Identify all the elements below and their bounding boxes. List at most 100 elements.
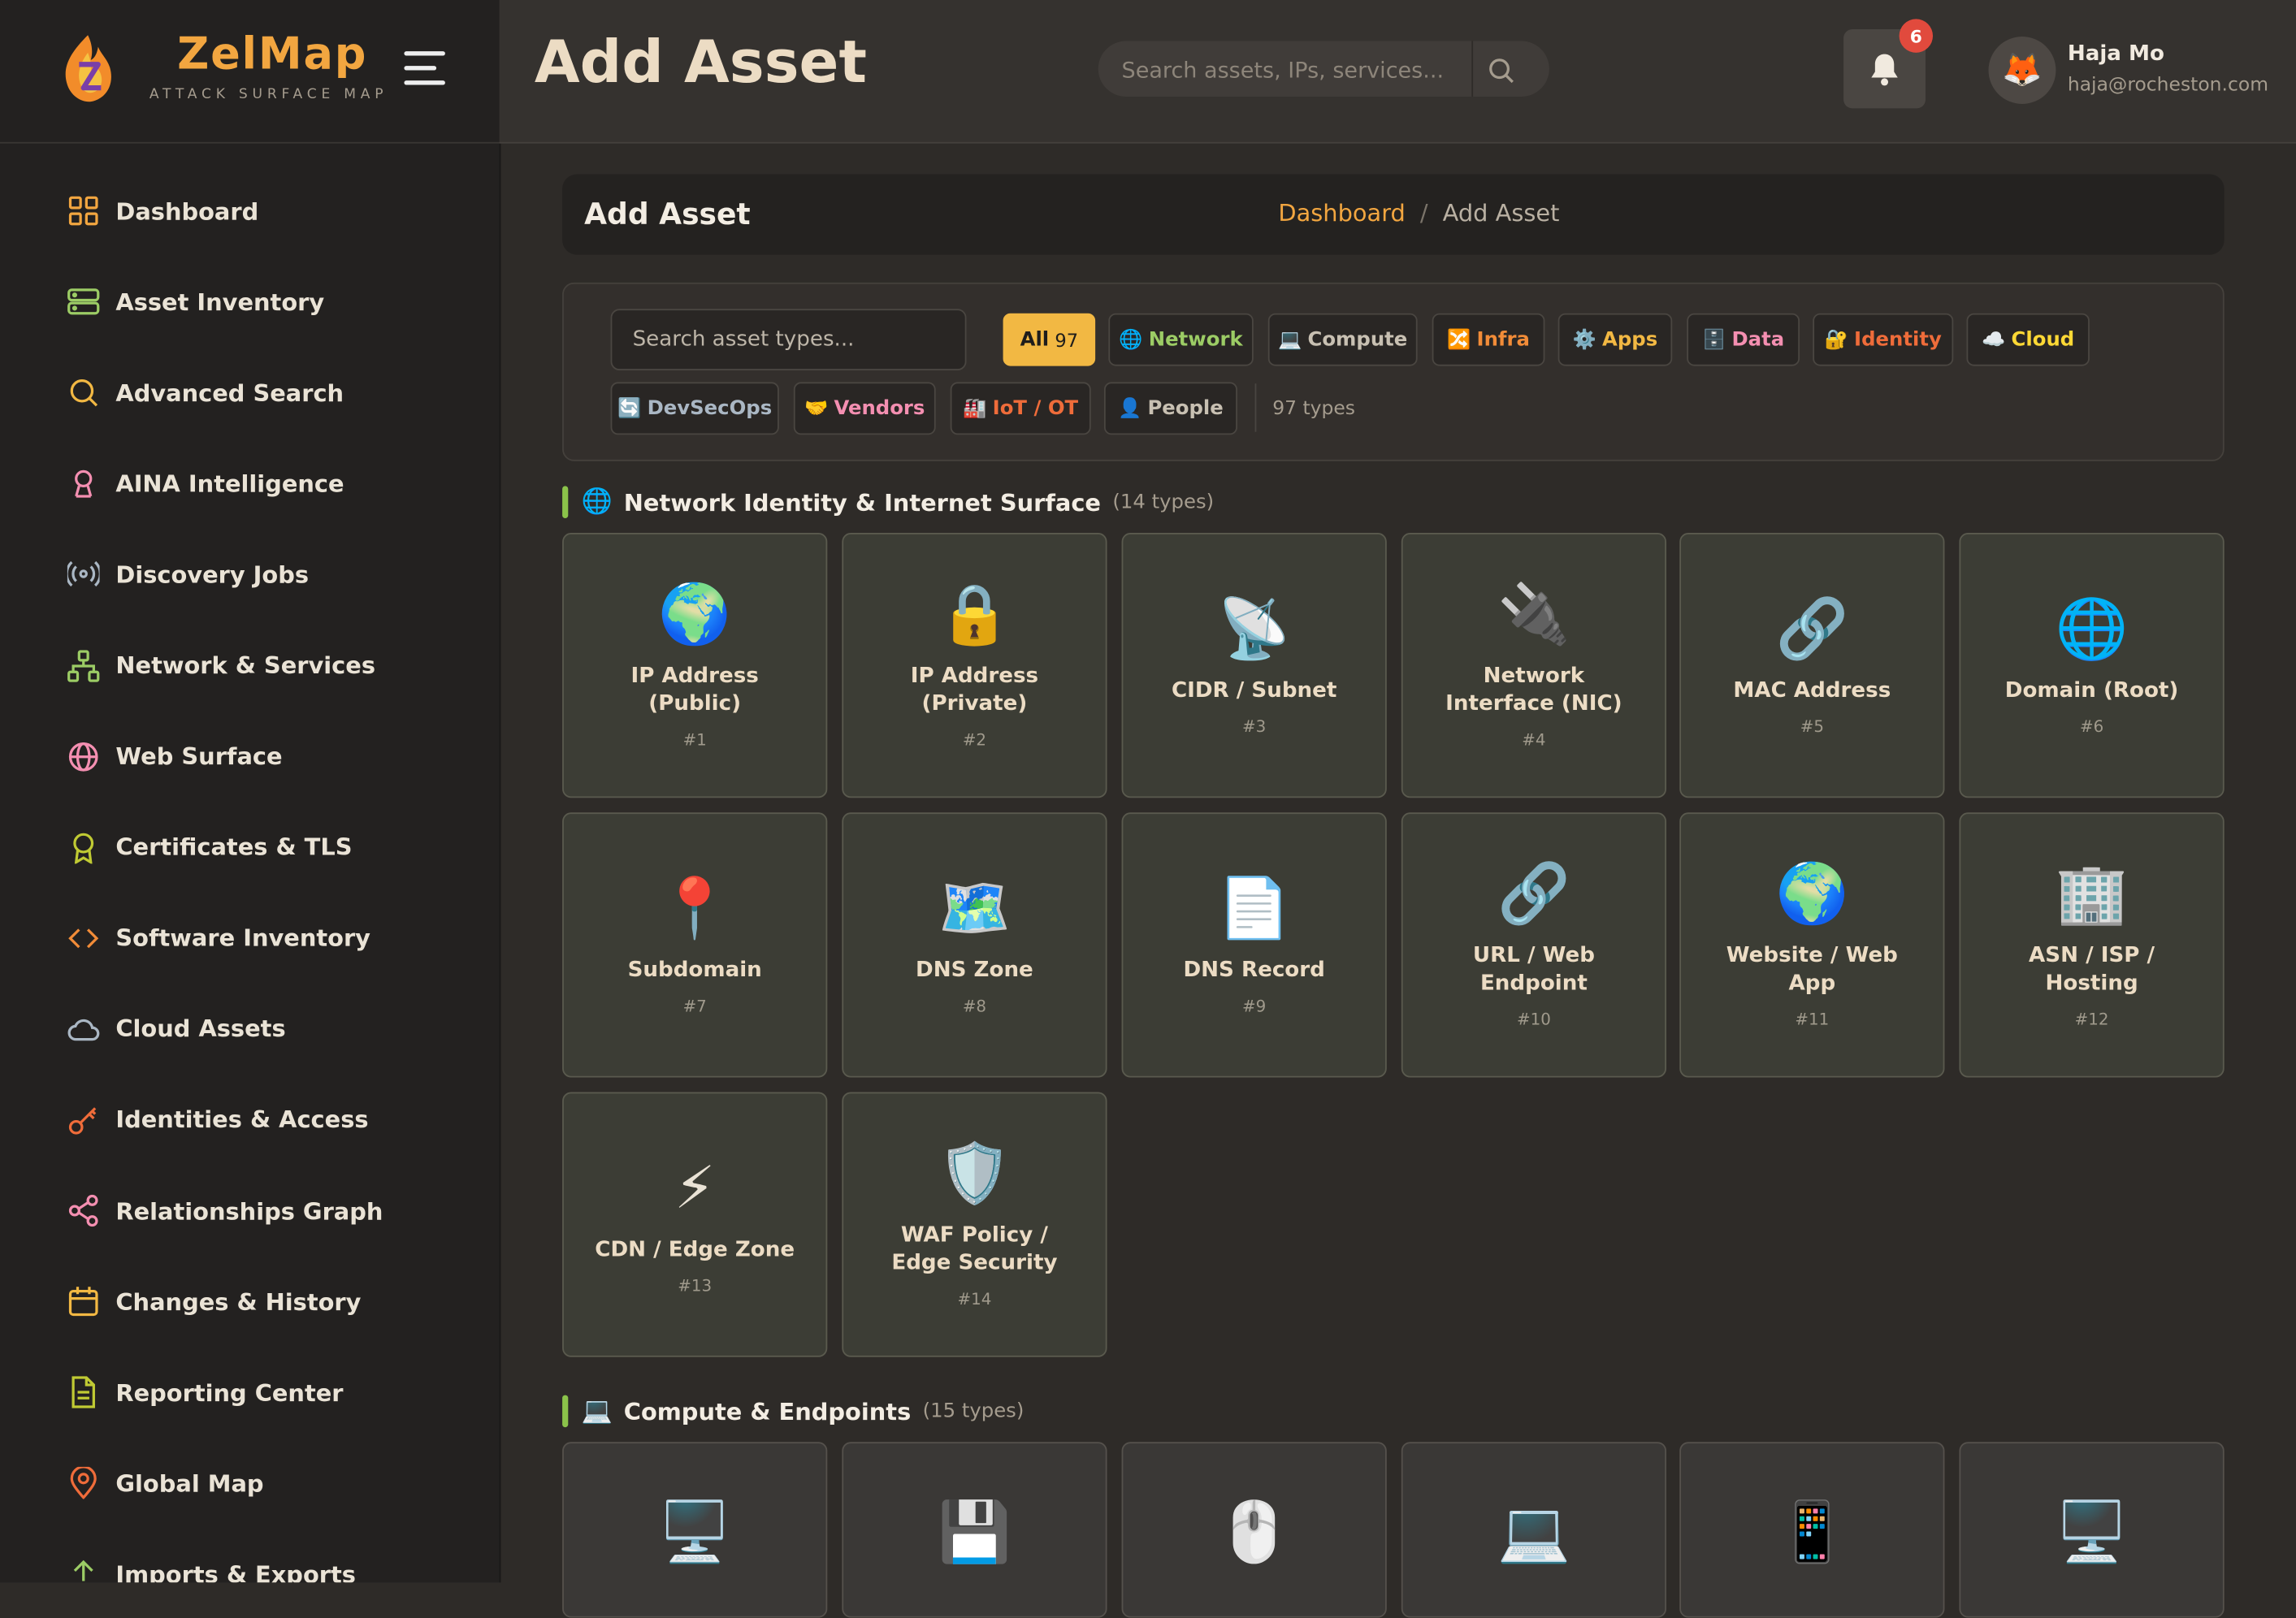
asset-type-name: MAC Address xyxy=(1733,678,1891,703)
page-title: Add Asset xyxy=(534,29,867,97)
server-icon xyxy=(67,286,100,318)
filter-chip-people[interactable]: 👤 People xyxy=(1103,382,1237,435)
menu-toggle-icon[interactable] xyxy=(404,51,445,86)
filter-chip-compute[interactable]: 💻 Compute xyxy=(1267,313,1418,366)
desktop-computer-icon: 🖥️ xyxy=(658,1499,732,1567)
section-count: (14 types) xyxy=(1112,490,1215,514)
asset-type-card[interactable]: 🌍 IP Address (Public) #1 xyxy=(562,533,828,798)
top-header: Add Asset 6 🦊 Haja Mo haja@rocheston.com xyxy=(499,0,2296,144)
sidebar-item-discovery-jobs[interactable]: Discovery Jobs xyxy=(0,529,500,620)
avatar[interactable]: 🦊 xyxy=(1988,37,2056,104)
global-search-input[interactable] xyxy=(1118,41,1447,100)
filter-chip-data[interactable]: 🗄️ Data xyxy=(1687,313,1800,366)
satellite-dish-icon: 📡 xyxy=(1217,595,1291,663)
sidebar-item-identities-access[interactable]: Identities & Access xyxy=(0,1075,500,1166)
sidebar-item-global-map[interactable]: Global Map xyxy=(0,1438,500,1529)
filter-chip-infra[interactable]: 🔀 Infra xyxy=(1432,313,1545,366)
asset-type-card[interactable]: 💾 xyxy=(842,1442,1107,1618)
asset-type-card[interactable]: 🌍 Website / Web App #11 xyxy=(1679,812,1945,1078)
sidebar-item-advanced-search[interactable]: Advanced Search xyxy=(0,347,500,438)
asset-type-card[interactable]: 🖥️ xyxy=(562,1442,828,1618)
globe-icon: 🌐 xyxy=(2055,595,2129,663)
asset-type-card[interactable]: 📍 Subdomain #7 xyxy=(562,812,828,1078)
sidebar-item-changes-history[interactable]: Changes & History xyxy=(0,1257,500,1348)
asset-type-card[interactable]: 🖥️ xyxy=(1959,1442,2225,1618)
zelmap-logo-icon xyxy=(65,35,111,102)
lock-key-icon: 🔐 xyxy=(1824,328,1848,351)
sidebar-item-dashboard[interactable]: Dashboard xyxy=(0,166,500,257)
filter-chip-network[interactable]: 🌐 Network xyxy=(1108,313,1254,366)
asset-type-name: IP Address (Private) xyxy=(910,664,1039,716)
sidebar-item-network-services[interactable]: Network & Services xyxy=(0,620,500,711)
brand-subtitle: ATTACK SURFACE MAP xyxy=(149,86,388,103)
sidebar: ZelMap ATTACK SURFACE MAP Dashboard Asse… xyxy=(0,0,501,1583)
chip-label: Infra xyxy=(1476,327,1530,352)
asset-type-card[interactable]: 🔌 Network Interface (NIC) #4 xyxy=(1401,533,1667,798)
sidebar-item-asset-inventory[interactable]: Asset Inventory xyxy=(0,257,500,348)
sidebar-item-label: Relationships Graph xyxy=(115,1196,383,1225)
file-cabinet-icon: 🗄️ xyxy=(1702,328,1726,351)
asset-type-name: IP Address (Public) xyxy=(630,664,759,716)
brand: ZelMap ATTACK SURFACE MAP xyxy=(0,0,500,144)
asset-type-card[interactable]: 🏢 ASN / ISP / Hosting #12 xyxy=(1959,812,2225,1078)
radar-icon xyxy=(67,558,100,591)
filter-chip-cloud[interactable]: ☁️ Cloud xyxy=(1966,313,2090,366)
asset-type-card[interactable]: 🗺️ DNS Zone #8 xyxy=(842,812,1107,1078)
breadcrumb-home-link[interactable]: Dashboard xyxy=(1278,199,1405,227)
sidebar-item-label: Web Surface xyxy=(115,742,283,771)
globe-earth-icon: 🌍 xyxy=(1775,860,1849,928)
search-icon[interactable] xyxy=(1485,54,1518,87)
chip-label: Apps xyxy=(1602,327,1658,352)
sidebar-item-aina-intelligence[interactable]: AINA Intelligence xyxy=(0,438,500,529)
network-icon xyxy=(67,649,100,681)
filter-chip-iot-ot[interactable]: 🏭 IoT / OT xyxy=(950,382,1091,435)
asset-type-name: DNS Record xyxy=(1183,958,1325,982)
asset-type-card[interactable]: ⚡ CDN / Edge Zone #13 xyxy=(562,1092,828,1357)
sidebar-item-web-surface[interactable]: Web Surface xyxy=(0,711,500,802)
sidebar-item-relationships-graph[interactable]: Relationships Graph xyxy=(0,1166,500,1257)
sidebar-item-reporting-center[interactable]: Reporting Center xyxy=(0,1348,500,1438)
asset-type-card[interactable]: 📡 CIDR / Subnet #3 xyxy=(1121,533,1387,798)
asset-type-card[interactable]: 📱 xyxy=(1679,1442,1945,1618)
filter-chip-vendors[interactable]: 🤝 Vendors xyxy=(793,382,936,435)
globe-icon: 🌐 xyxy=(1119,328,1143,351)
sidebar-item-cloud-assets[interactable]: Cloud Assets xyxy=(0,984,500,1075)
asset-type-search-input[interactable] xyxy=(610,309,967,370)
key-icon xyxy=(67,1104,100,1136)
asset-type-card[interactable]: 🌐 Domain (Root) #6 xyxy=(1959,533,2225,798)
asset-type-number: #12 xyxy=(2074,1010,2109,1030)
breadcrumb-separator: / xyxy=(1419,199,1428,227)
sidebar-item-label: Dashboard xyxy=(115,197,259,225)
sidebar-item-software-inventory[interactable]: Software Inventory xyxy=(0,893,500,984)
asset-type-number: #2 xyxy=(962,730,987,750)
asset-type-name: ASN / ISP / Hosting xyxy=(2029,944,2155,996)
filter-chip-identity[interactable]: 🔐 Identity xyxy=(1813,313,1954,366)
chip-label: People xyxy=(1147,396,1224,421)
calendar-icon xyxy=(67,1286,100,1318)
types-count: 97 types xyxy=(1272,398,1356,421)
filter-chip-devsecops[interactable]: 🔄 DevSecOps xyxy=(610,382,779,435)
section-header-network: 🌐 Network Identity & Internet Surface (1… xyxy=(562,486,1215,519)
asset-type-card[interactable]: 🔒 IP Address (Private) #2 xyxy=(842,533,1107,798)
search-divider xyxy=(1471,41,1474,97)
brand-name: ZelMap xyxy=(177,29,368,81)
asset-type-card[interactable]: 🔗 URL / Web Endpoint #10 xyxy=(1401,812,1667,1078)
asset-type-card[interactable]: 🛡️ WAF Policy / Edge Security #14 xyxy=(842,1092,1107,1357)
user-email: haja@rocheston.com xyxy=(2067,74,2269,97)
section-title: Compute & Endpoints xyxy=(623,1397,912,1425)
breadcrumb: Dashboard / Add Asset xyxy=(1278,199,1559,227)
section-accent-bar xyxy=(562,1395,569,1428)
sidebar-item-imports-exports[interactable]: Imports & Exports xyxy=(0,1529,500,1582)
asset-type-card[interactable]: 📄 DNS Record #9 xyxy=(1121,812,1387,1078)
award-icon xyxy=(67,831,100,863)
section-accent-bar xyxy=(562,486,569,519)
brain-icon xyxy=(67,468,100,500)
asset-type-card[interactable]: 🖱️ xyxy=(1121,1442,1387,1618)
filter-chip-all[interactable]: All 97 xyxy=(1003,313,1096,366)
asset-type-card[interactable]: 🔗 MAC Address #5 xyxy=(1679,533,1945,798)
filter-chip-apps[interactable]: ⚙️ Apps xyxy=(1557,313,1673,366)
chip-label: Data xyxy=(1731,327,1785,352)
asset-type-card[interactable]: 💻 xyxy=(1401,1442,1667,1618)
sidebar-item-certificates-tls[interactable]: Certificates & TLS xyxy=(0,802,500,893)
user-name[interactable]: Haja Mo xyxy=(2068,42,2164,66)
